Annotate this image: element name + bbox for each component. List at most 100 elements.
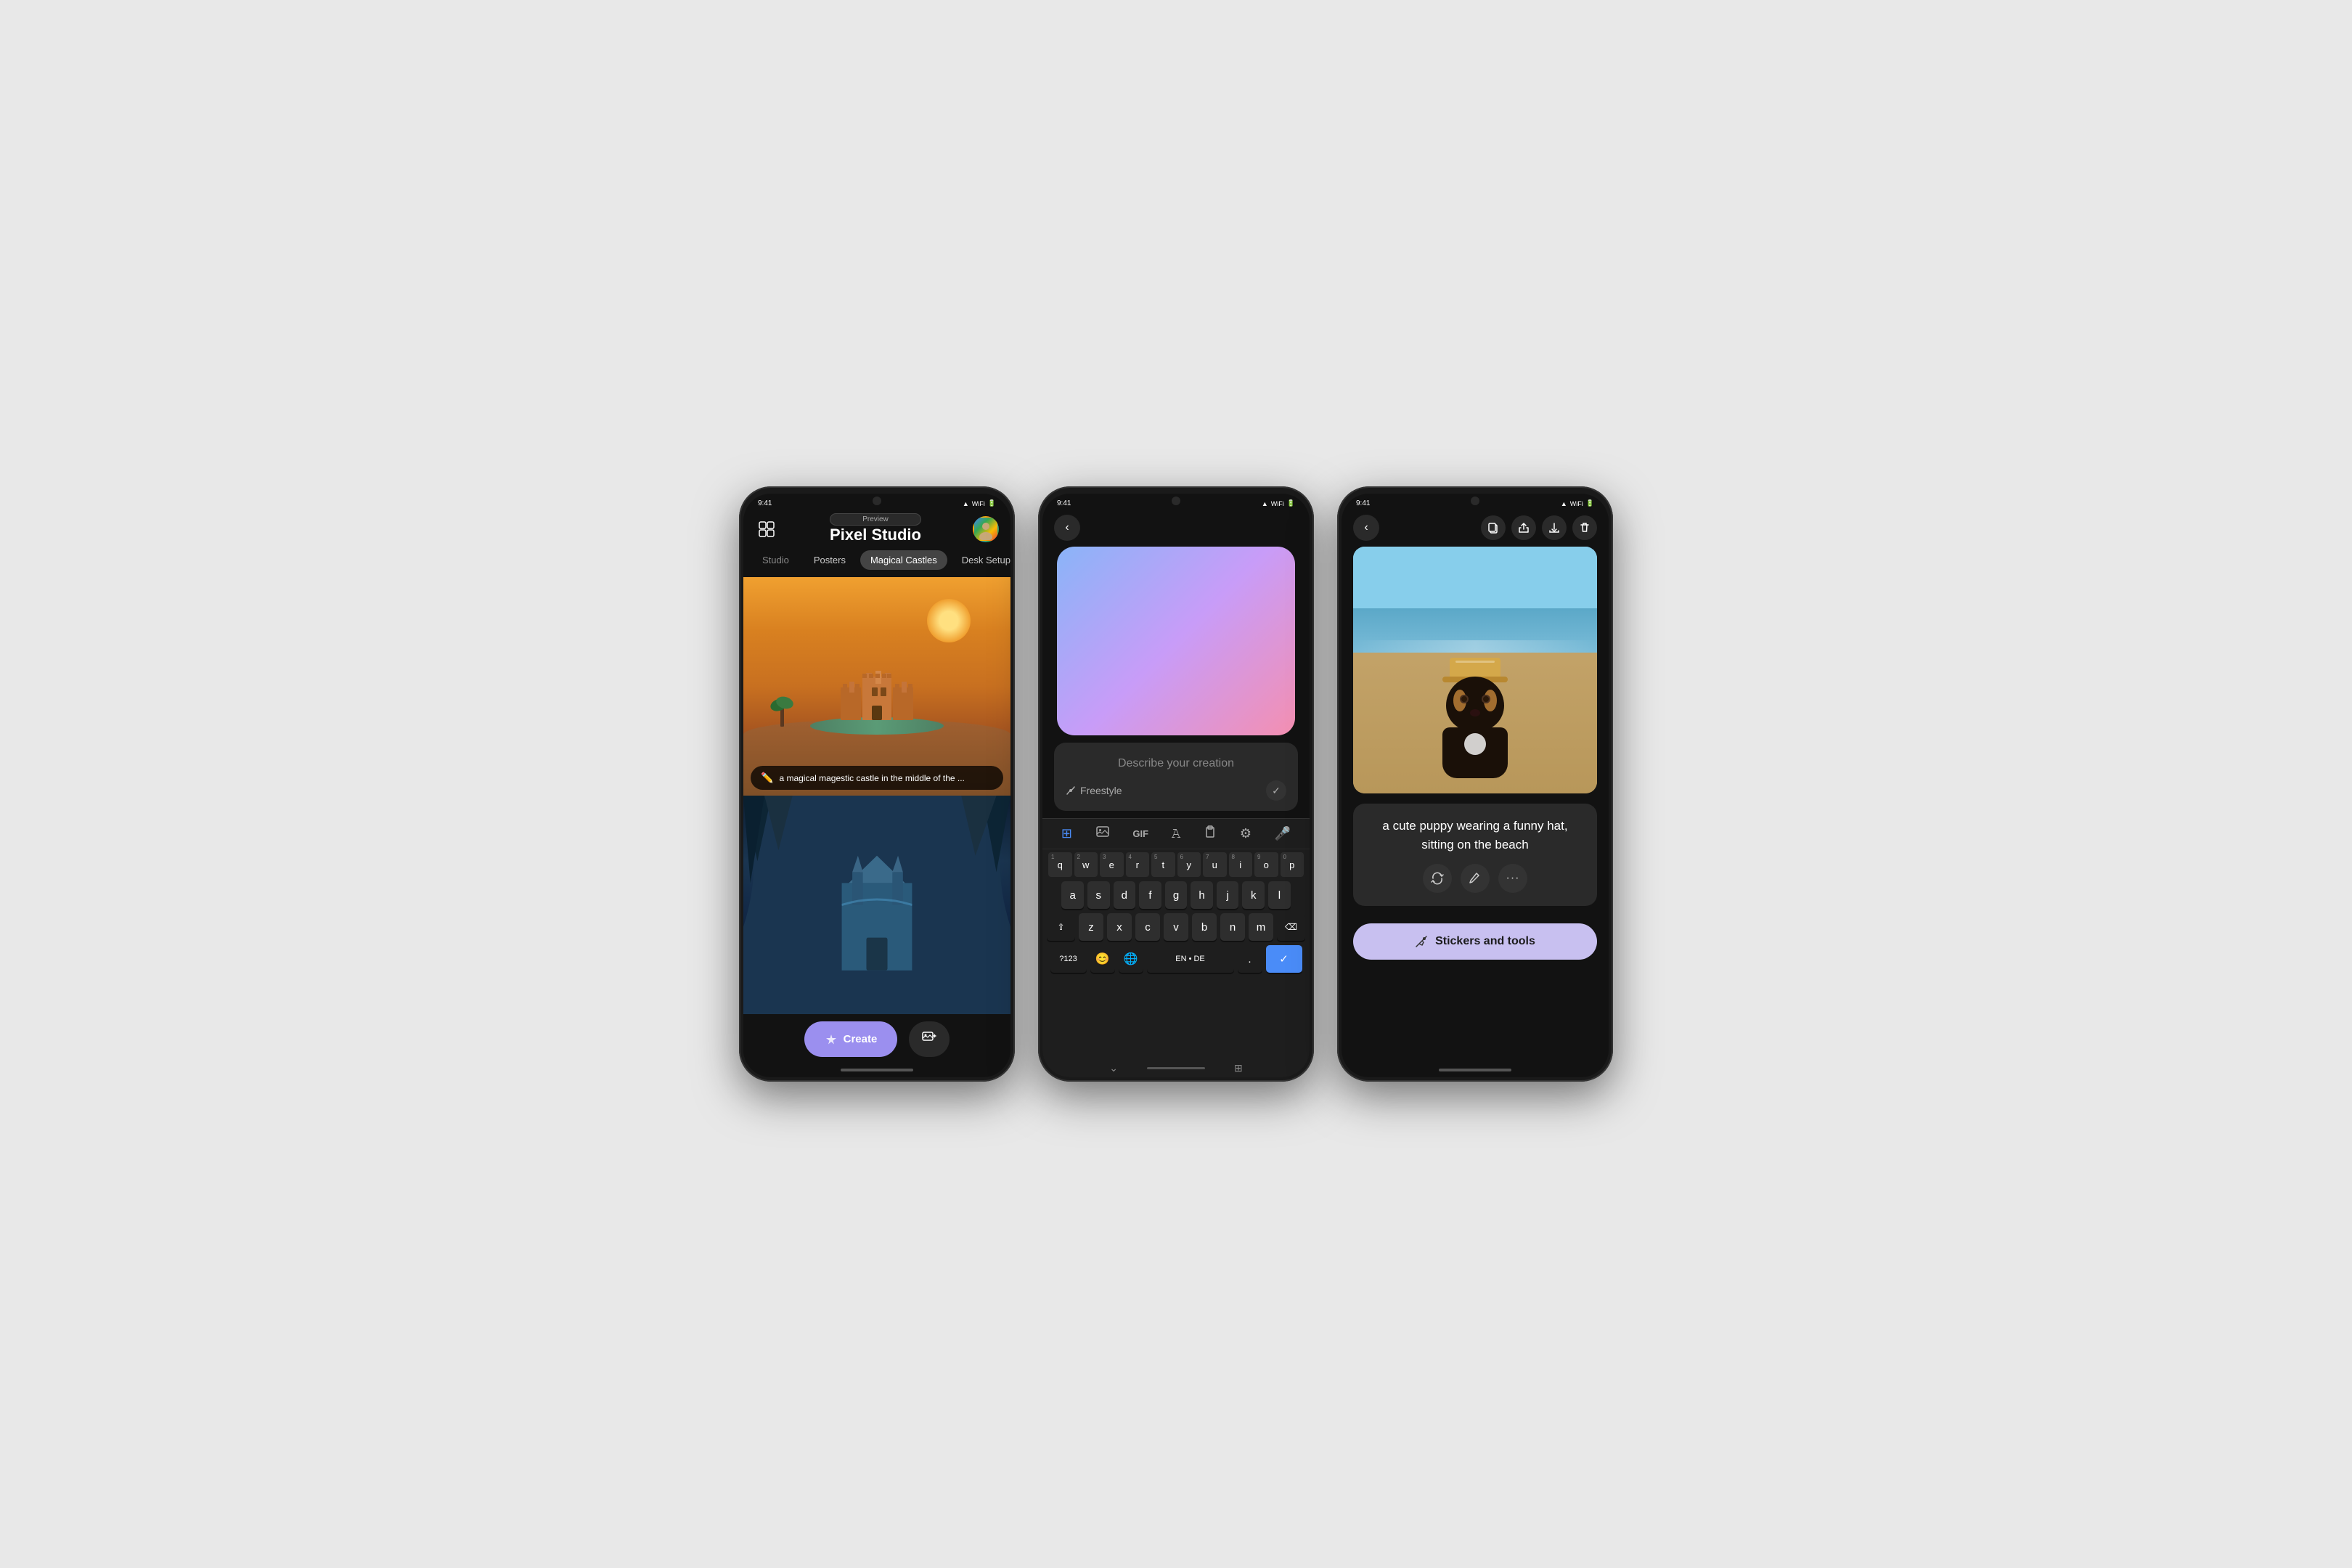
- kb-settings-icon[interactable]: ⚙: [1240, 826, 1251, 841]
- key-h[interactable]: h: [1191, 881, 1213, 909]
- key-8[interactable]: 8i: [1229, 852, 1253, 877]
- prompt-card-text: a cute puppy wearing a funny hat, sittin…: [1368, 817, 1583, 854]
- kb-emoji-grid-icon[interactable]: ⊞: [1061, 826, 1072, 841]
- ice-castle-image[interactable]: [743, 796, 1010, 1014]
- app-title: Pixel Studio: [830, 526, 921, 544]
- kb-image-icon[interactable]: [1095, 825, 1110, 843]
- kb-text-icon[interactable]: 𝙰: [1172, 826, 1181, 841]
- freestyle-label: Freestyle: [1066, 785, 1122, 796]
- key-4[interactable]: 4r: [1126, 852, 1150, 877]
- key-z[interactable]: z: [1079, 913, 1103, 941]
- phone-2: 9:41 ▲ WiFi 🔋 ‹ Describe your creation: [1038, 486, 1314, 1082]
- image-feed: ✏️ a magical magestic castle in the midd…: [743, 577, 1010, 1014]
- key-n[interactable]: n: [1220, 913, 1245, 941]
- desert-castle-image[interactable]: ✏️ a magical magestic castle in the midd…: [743, 577, 1010, 796]
- signal-icon: ▲: [963, 500, 969, 507]
- castle-bg: [743, 577, 1010, 796]
- tab-desk-setups[interactable]: Desk Setups: [952, 550, 1010, 570]
- period-key[interactable]: .: [1238, 945, 1262, 973]
- keyboard-down-icon[interactable]: ⌄: [1109, 1062, 1118, 1074]
- image-add-button[interactable]: [909, 1021, 950, 1057]
- kb-mic-icon[interactable]: 🎤: [1275, 826, 1291, 841]
- key-6[interactable]: 6y: [1177, 852, 1201, 877]
- status-time-1: 9:41: [758, 499, 772, 507]
- edit-button[interactable]: [1461, 864, 1490, 893]
- kb-gif-icon[interactable]: GIF: [1132, 828, 1148, 839]
- confirm-icon[interactable]: ✓: [1266, 780, 1286, 801]
- tab-posters[interactable]: Posters: [804, 550, 856, 570]
- key-x[interactable]: x: [1107, 913, 1132, 941]
- keyboard-area: ⊞ GIF 𝙰: [1042, 818, 1310, 1077]
- status-bar-2: 9:41 ▲ WiFi 🔋: [1042, 494, 1310, 510]
- prompt-text-1: a magical magestic castle in the middle …: [779, 773, 964, 783]
- back-button-2[interactable]: ‹: [1054, 515, 1080, 541]
- create-label: Create: [844, 1033, 878, 1045]
- globe-key[interactable]: 🌐: [1119, 945, 1143, 973]
- key-3[interactable]: 3e: [1100, 852, 1124, 877]
- tab-magical-castles[interactable]: Magical Castles: [860, 550, 947, 570]
- header-3: ‹: [1342, 510, 1609, 547]
- pencil-icon: ✏️: [761, 772, 773, 784]
- key-g[interactable]: g: [1165, 881, 1188, 909]
- key-v[interactable]: v: [1164, 913, 1188, 941]
- gallery-icon[interactable]: [755, 518, 778, 541]
- battery-icon: 🔋: [988, 499, 996, 507]
- key-2[interactable]: 2w: [1074, 852, 1098, 877]
- spacer: [1342, 967, 1609, 1064]
- key-j[interactable]: j: [1217, 881, 1239, 909]
- create-button[interactable]: Create: [804, 1021, 898, 1057]
- download-button[interactable]: [1542, 515, 1567, 540]
- zxcv-row: ⇧ z x c v b n m ⌫: [1047, 913, 1305, 941]
- stickers-tools-button[interactable]: Stickers and tools: [1353, 923, 1597, 960]
- status-bar-1: 9:41 ▲ WiFi 🔋: [743, 494, 1010, 510]
- dog-nose: [1470, 709, 1480, 716]
- key-f[interactable]: f: [1139, 881, 1161, 909]
- dog-eyes: [1460, 695, 1490, 703]
- keyboard-home-bar: [1147, 1067, 1205, 1069]
- more-options-button[interactable]: ···: [1498, 864, 1527, 893]
- wifi-icon-3: WiFi: [1570, 500, 1583, 507]
- key-c[interactable]: c: [1135, 913, 1160, 941]
- kb-clipboard-icon[interactable]: [1204, 825, 1217, 842]
- key-b[interactable]: b: [1192, 913, 1217, 941]
- key-1[interactable]: 1q: [1048, 852, 1072, 877]
- phone-1: 9:41 ▲ WiFi 🔋 Prev: [739, 486, 1015, 1082]
- battery-icon-2: 🔋: [1287, 499, 1295, 507]
- key-k[interactable]: k: [1242, 881, 1265, 909]
- key-5[interactable]: 5t: [1151, 852, 1175, 877]
- signal-icon-2: ▲: [1262, 500, 1268, 507]
- key-9[interactable]: 9o: [1254, 852, 1278, 877]
- emoji-key[interactable]: 😊: [1090, 945, 1115, 973]
- regenerate-button[interactable]: [1423, 864, 1452, 893]
- key-m[interactable]: m: [1249, 913, 1273, 941]
- gradient-preview: [1057, 547, 1295, 735]
- freestyle-row: Freestyle ✓: [1066, 780, 1286, 801]
- tab-studio[interactable]: Studio: [752, 550, 799, 570]
- header-2: ‹: [1042, 510, 1310, 547]
- send-key[interactable]: ✓: [1266, 945, 1302, 973]
- phone-3: 9:41 ▲ WiFi 🔋 ‹: [1337, 486, 1613, 1082]
- key-l[interactable]: l: [1268, 881, 1291, 909]
- space-key[interactable]: EN • DE: [1147, 945, 1234, 973]
- keyboard-expand-icon[interactable]: ⊞: [1234, 1062, 1243, 1074]
- key-a[interactable]: a: [1061, 881, 1084, 909]
- back-button-3[interactable]: ‹: [1353, 515, 1379, 541]
- delete-button[interactable]: [1572, 515, 1597, 540]
- home-indicator-1: [841, 1069, 913, 1071]
- numbers-key[interactable]: ?123: [1050, 945, 1087, 973]
- share-button[interactable]: [1511, 515, 1536, 540]
- key-7[interactable]: 7u: [1203, 852, 1227, 877]
- dog-beach-image: [1353, 547, 1597, 793]
- backspace-key[interactable]: ⌫: [1277, 913, 1305, 941]
- title-block: Preview Pixel Studio: [830, 513, 921, 544]
- key-0[interactable]: 0p: [1281, 852, 1304, 877]
- copy-button[interactable]: [1481, 515, 1506, 540]
- key-d[interactable]: d: [1114, 881, 1136, 909]
- app-header-1: Preview Pixel Studio: [743, 510, 1010, 550]
- shift-key[interactable]: ⇧: [1047, 913, 1075, 941]
- user-avatar[interactable]: [973, 516, 999, 542]
- key-s[interactable]: s: [1087, 881, 1110, 909]
- description-area[interactable]: Describe your creation Freestyle ✓: [1054, 743, 1298, 811]
- keyboard-keys: 1q 2w 3e 4r 5t 6y 7u 8i 9o 0p a: [1042, 849, 1310, 1059]
- preview-badge: Preview: [830, 513, 921, 526]
